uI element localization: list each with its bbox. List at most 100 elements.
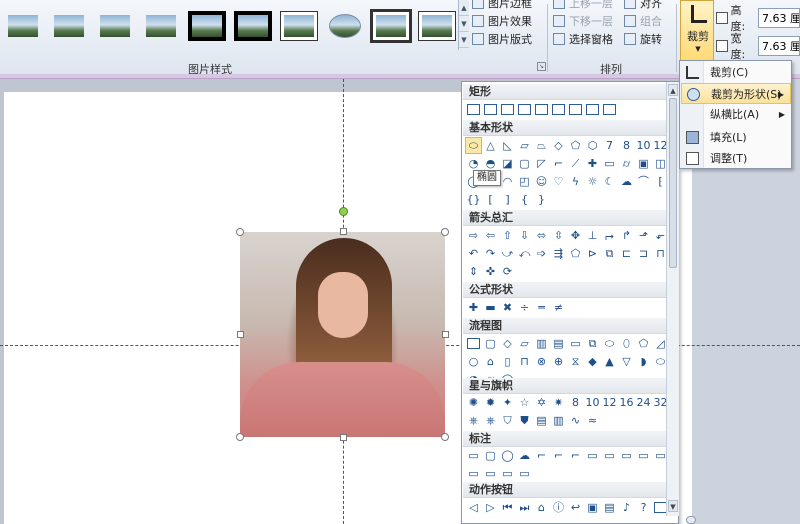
- rotate-button[interactable]: 旋转: [624, 30, 662, 48]
- callout-shape[interactable]: ▭: [483, 466, 498, 481]
- arrow-shape[interactable]: ⇳: [551, 228, 566, 243]
- menu-item-aspect-ratio[interactable]: 纵横比(A) ▶: [681, 104, 791, 125]
- gallery-scrollbar[interactable]: ▲ ▼ ▼: [458, 0, 469, 50]
- scroll-down-icon[interactable]: ▼: [668, 500, 678, 512]
- arrow-shape[interactable]: ⇨: [466, 228, 481, 243]
- flowchart-shape[interactable]: ⬠: [636, 336, 651, 351]
- flowchart-shape[interactable]: ⊕: [551, 354, 566, 369]
- star-12-shape[interactable]: 12: [602, 395, 617, 410]
- octagon-shape[interactable]: 8: [619, 138, 634, 153]
- rectangle-shape[interactable]: [534, 102, 549, 117]
- callout-shape[interactable]: ▭: [466, 448, 481, 463]
- rectangle-shape[interactable]: [517, 102, 532, 117]
- resize-handle[interactable]: [236, 433, 244, 441]
- teardrop-shape[interactable]: ◪: [500, 156, 515, 171]
- bring-forward-button[interactable]: 上移一层: [553, 0, 613, 12]
- flowchart-shape[interactable]: ⧖: [568, 354, 583, 369]
- equal-shape[interactable]: ═: [534, 300, 549, 315]
- folded-corner-shape[interactable]: ◰: [517, 174, 532, 189]
- arrow-shape[interactable]: ⊏: [619, 246, 634, 261]
- ribbon-shape[interactable]: ⎈: [483, 413, 498, 428]
- callout-shape[interactable]: ▢: [483, 448, 498, 463]
- explosion-shape[interactable]: ✺: [466, 395, 481, 410]
- half-frame-shape[interactable]: ◸: [534, 156, 549, 171]
- action-forward-icon[interactable]: ▷: [483, 500, 498, 515]
- selected-picture[interactable]: [240, 232, 445, 437]
- rectangle-shape[interactable]: [568, 102, 583, 117]
- arrow-shape[interactable]: ✥: [568, 228, 583, 243]
- send-backward-button[interactable]: 下移一层: [553, 12, 613, 30]
- left-brace-shape[interactable]: {: [517, 192, 532, 207]
- block-arc-shape[interactable]: ◠: [500, 174, 515, 189]
- align-button[interactable]: 对齐: [624, 0, 662, 12]
- rotation-handle[interactable]: [339, 207, 348, 216]
- resize-handle[interactable]: [340, 228, 347, 235]
- callout-shape[interactable]: ▭: [517, 466, 532, 481]
- multiply-shape[interactable]: ✖: [500, 300, 515, 315]
- resize-handle[interactable]: [441, 228, 449, 236]
- star-7-shape[interactable]: ✷: [551, 395, 566, 410]
- right-triangle-shape[interactable]: ◺: [500, 138, 515, 153]
- resize-handle[interactable]: [441, 433, 449, 441]
- menu-item-crop[interactable]: 裁剪(C): [681, 62, 791, 83]
- flowchart-shape[interactable]: ▽: [619, 354, 634, 369]
- chord-shape[interactable]: ◓: [483, 156, 498, 171]
- action-document-icon[interactable]: ▤: [602, 500, 617, 515]
- width-input[interactable]: [758, 36, 800, 56]
- flowchart-shape[interactable]: ▤: [551, 336, 566, 351]
- dialog-launcher-icon[interactable]: ↘: [537, 62, 546, 71]
- arrow-shape[interactable]: ⤻: [500, 246, 515, 261]
- callout-shape[interactable]: ▭: [466, 466, 481, 481]
- arrow-shape[interactable]: ✜: [483, 264, 498, 279]
- pentagon-shape[interactable]: ⬠: [568, 138, 583, 153]
- resize-handle[interactable]: [237, 331, 244, 338]
- arrow-shape[interactable]: ↷: [483, 246, 498, 261]
- star-24-shape[interactable]: 24: [636, 395, 651, 410]
- flowchart-shape[interactable]: ⌂: [483, 354, 498, 369]
- callout-shape[interactable]: ◯: [500, 448, 515, 463]
- height-input[interactable]: [758, 8, 800, 28]
- menu-item-fill[interactable]: 填充(L): [681, 127, 791, 148]
- plus-shape[interactable]: ✚: [466, 300, 481, 315]
- flowchart-shape[interactable]: ⊗: [534, 354, 549, 369]
- callout-shape[interactable]: ▭: [602, 448, 617, 463]
- right-brace-shape[interactable]: }: [534, 192, 549, 207]
- action-help-icon[interactable]: ?: [636, 500, 651, 515]
- frame-shape[interactable]: ▢: [517, 156, 532, 171]
- star-8-shape[interactable]: 8: [568, 395, 583, 410]
- action-return-icon[interactable]: ↩: [568, 500, 583, 515]
- callout-shape[interactable]: ▭: [585, 448, 600, 463]
- decagon-shape[interactable]: 10: [636, 138, 651, 153]
- group-button[interactable]: 组合: [624, 12, 662, 30]
- flowchart-shape[interactable]: ◇: [500, 336, 515, 351]
- cube-shape[interactable]: ▣: [636, 156, 651, 171]
- callout-shape[interactable]: ▭: [636, 448, 651, 463]
- menu-item-crop-to-shape[interactable]: 裁剪为形状(S) ▶: [681, 83, 791, 104]
- rectangle-shape[interactable]: [466, 102, 481, 117]
- action-begin-icon[interactable]: ⏮: [500, 500, 515, 515]
- arrow-shape[interactable]: ⊥: [585, 228, 600, 243]
- scroll-up-icon[interactable]: ▲: [459, 0, 469, 16]
- flowchart-shape[interactable]: ▲: [602, 354, 617, 369]
- arrow-shape[interactable]: ↶: [466, 246, 481, 261]
- arrow-shape[interactable]: ⮣: [602, 228, 617, 243]
- flowchart-shape[interactable]: [466, 336, 481, 351]
- sun-shape[interactable]: ☼: [585, 174, 600, 189]
- arrow-shape[interactable]: ⬄: [534, 228, 549, 243]
- arrow-shape[interactable]: ⟳: [500, 264, 515, 279]
- scroll-down-icon[interactable]: ▼: [459, 16, 469, 32]
- picture-style-thumb[interactable]: [418, 11, 456, 41]
- minus-shape[interactable]: ▬: [483, 300, 498, 315]
- scroll-shape[interactable]: ▤: [534, 413, 549, 428]
- flowchart-shape[interactable]: ▭: [568, 336, 583, 351]
- double-brace-shape[interactable]: {}: [466, 192, 481, 207]
- picture-layout-button[interactable]: 图片版式: [472, 30, 532, 48]
- divide-shape[interactable]: ÷: [517, 300, 532, 315]
- heart-shape[interactable]: ♡: [551, 174, 566, 189]
- flowchart-shape[interactable]: ⧉: [585, 336, 600, 351]
- scroll-shape[interactable]: ▥: [551, 413, 566, 428]
- rectangle-shape[interactable]: [551, 102, 566, 117]
- callout-shape[interactable]: ☁: [517, 448, 532, 463]
- right-bracket-shape[interactable]: ]: [500, 192, 515, 207]
- rectangle-shape[interactable]: [585, 102, 600, 117]
